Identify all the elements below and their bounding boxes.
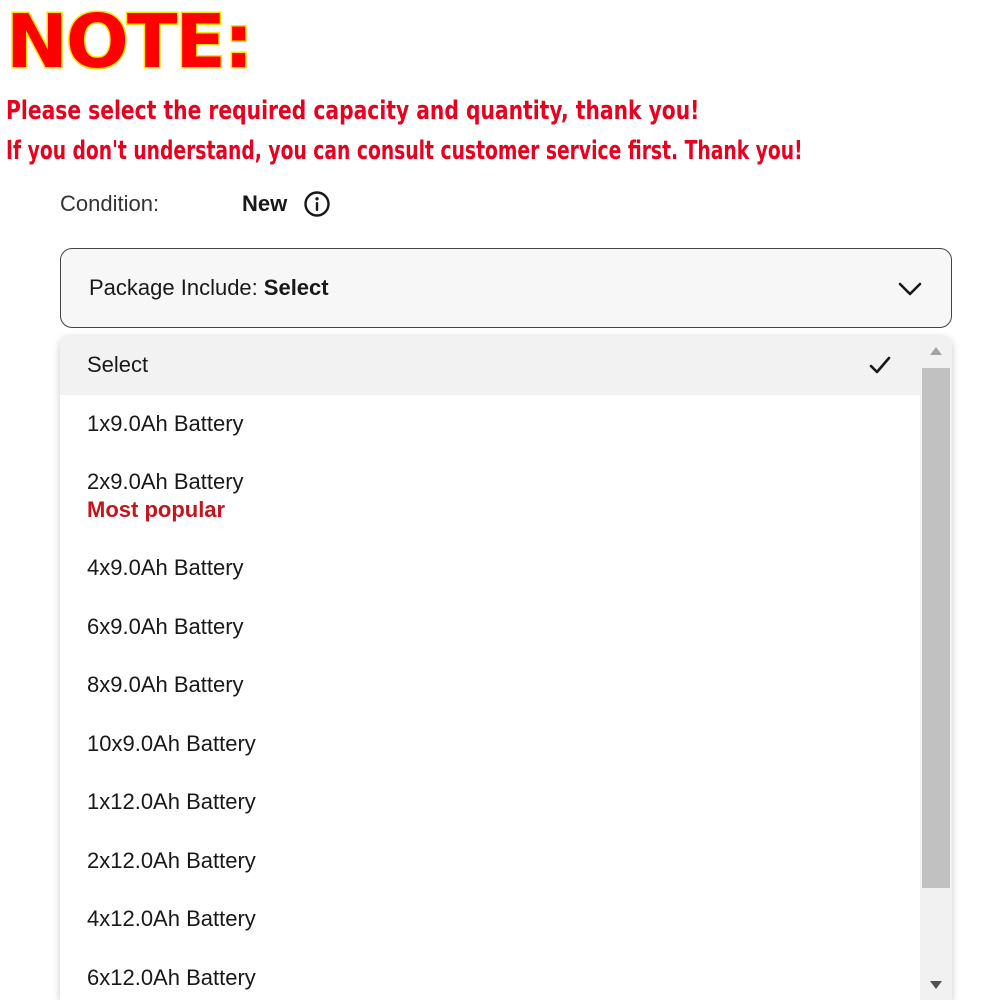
package-dropdown-list: Select 1x9.0Ah Battery 2x9.0Ah Battery M… bbox=[60, 336, 952, 1000]
package-include-label: Package Include: bbox=[89, 275, 258, 300]
option-label: 1x9.0Ah Battery bbox=[87, 410, 244, 436]
option-label: 2x12.0Ah Battery bbox=[87, 847, 256, 873]
option-8x9-battery[interactable]: 8x9.0Ah Battery bbox=[60, 656, 920, 715]
option-label: 10x9.0Ah Battery bbox=[87, 730, 256, 756]
dropdown-scrollbar[interactable] bbox=[920, 336, 952, 1000]
package-include-value: Select bbox=[263, 275, 329, 300]
option-2x9-battery[interactable]: 2x9.0Ah Battery Most popular bbox=[60, 453, 920, 539]
option-label: 2x9.0Ah Battery bbox=[87, 469, 244, 494]
option-1x9-battery[interactable]: 1x9.0Ah Battery bbox=[60, 395, 920, 454]
most-popular-badge: Most popular bbox=[87, 497, 226, 522]
dropdown-options: Select 1x9.0Ah Battery 2x9.0Ah Battery M… bbox=[60, 336, 920, 1000]
package-include-select[interactable]: Package Include: Select bbox=[60, 248, 952, 328]
option-label: 4x9.0Ah Battery bbox=[87, 555, 244, 581]
option-label: Select bbox=[87, 352, 149, 378]
condition-row: Condition: New bbox=[60, 186, 331, 222]
note-line-2: If you don't understand, you can consult… bbox=[6, 136, 803, 166]
option-2x12-battery[interactable]: 2x12.0Ah Battery bbox=[60, 832, 920, 891]
chevron-down-icon bbox=[897, 276, 923, 302]
scroll-down-arrow-icon[interactable] bbox=[920, 970, 952, 1000]
option-label: 6x12.0Ah Battery bbox=[87, 964, 256, 990]
option-select[interactable]: Select bbox=[60, 336, 920, 395]
info-circle-icon[interactable] bbox=[303, 190, 331, 218]
option-label: 4x12.0Ah Battery bbox=[87, 906, 256, 932]
option-10x9-battery[interactable]: 10x9.0Ah Battery bbox=[60, 715, 920, 774]
note-line-1: Please select the required capacity and … bbox=[6, 96, 700, 126]
condition-label: Condition: bbox=[60, 191, 160, 216]
option-6x9-battery[interactable]: 6x9.0Ah Battery bbox=[60, 598, 920, 657]
note-title: NOTE: bbox=[4, 0, 254, 85]
option-1x12-battery[interactable]: 1x12.0Ah Battery bbox=[60, 773, 920, 832]
option-6x12-battery[interactable]: 6x12.0Ah Battery bbox=[60, 949, 920, 1000]
option-label: 1x12.0Ah Battery bbox=[87, 789, 256, 815]
checkmark-icon bbox=[868, 353, 892, 377]
option-4x12-battery[interactable]: 4x12.0Ah Battery bbox=[60, 890, 920, 949]
option-label: 8x9.0Ah Battery bbox=[87, 672, 244, 698]
condition-value: New bbox=[242, 191, 288, 216]
scroll-up-arrow-icon[interactable] bbox=[920, 336, 952, 366]
option-label: 6x9.0Ah Battery bbox=[87, 613, 244, 639]
option-4x9-battery[interactable]: 4x9.0Ah Battery bbox=[60, 539, 920, 598]
scrollbar-thumb[interactable] bbox=[922, 368, 950, 888]
